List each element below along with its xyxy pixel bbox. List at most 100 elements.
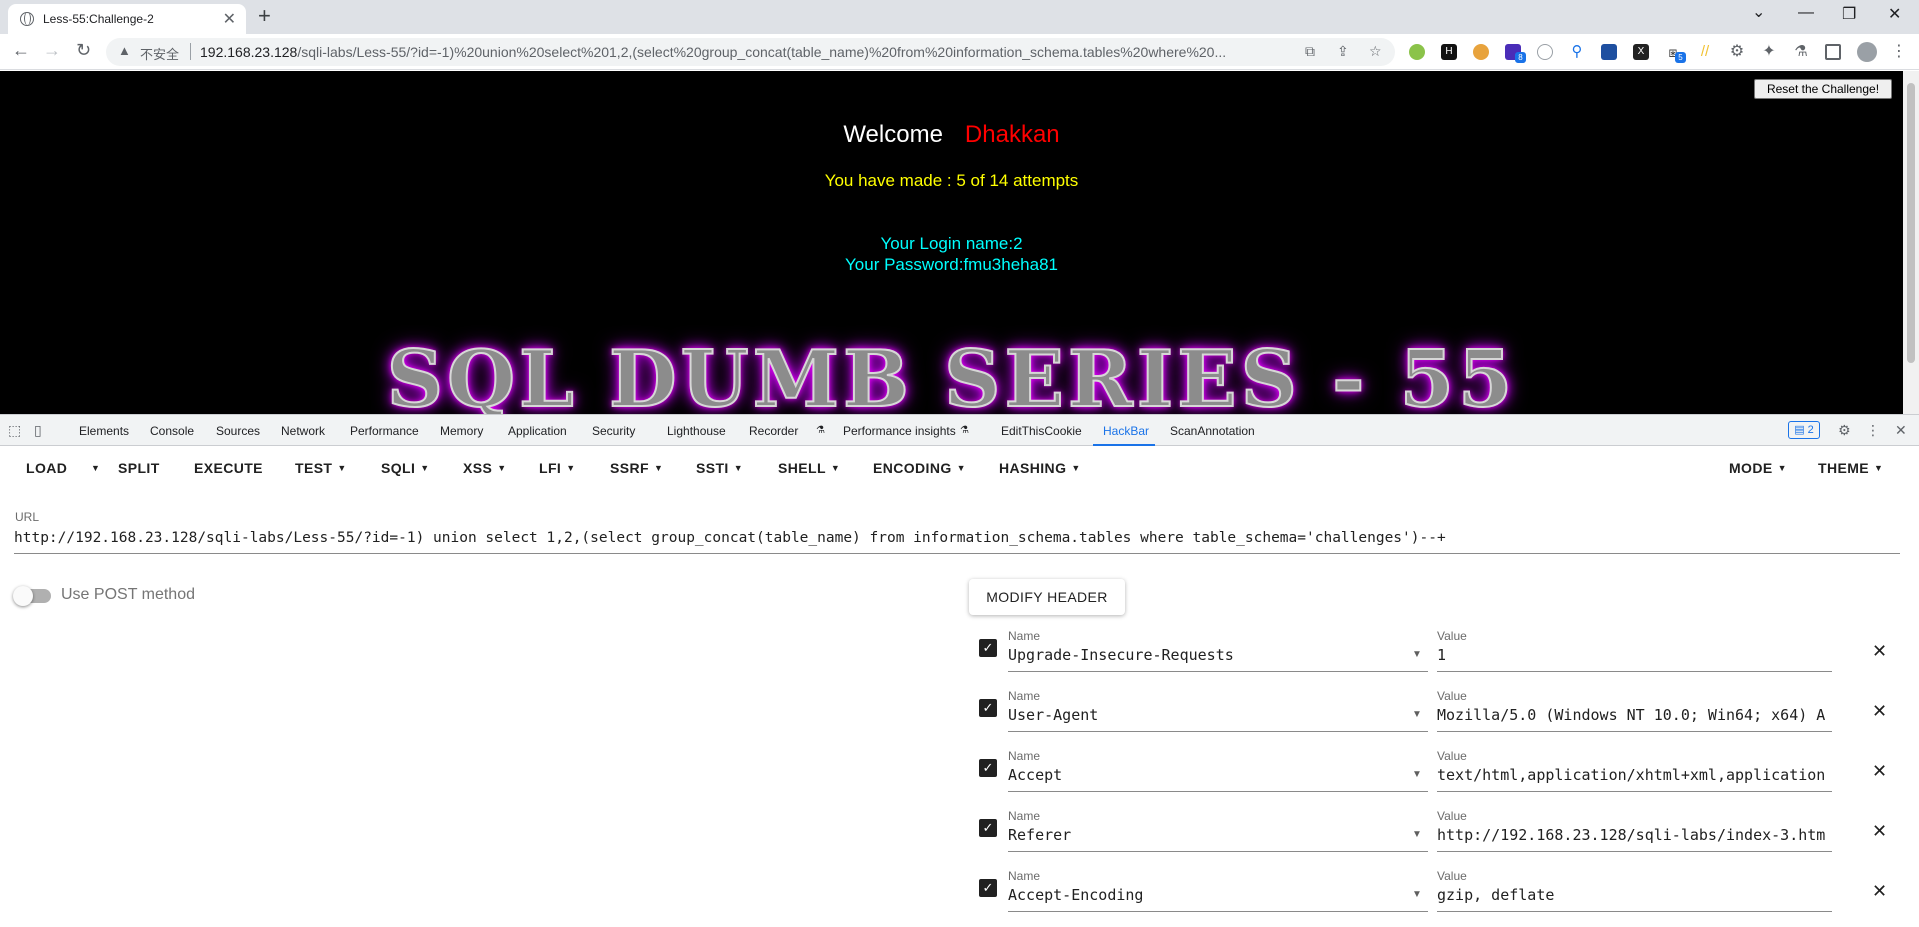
devtools-tab-performance[interactable]: Performance [350,424,419,438]
page-scrollbar[interactable] [1903,71,1919,414]
header-value-input[interactable]: http://192.168.23.128/sqli-labs/index-3.… [1437,826,1832,852]
ssti-menu[interactable]: SSTI ▼ [696,460,743,476]
flask-icon[interactable]: ⚗ [1793,44,1809,60]
delete-header-icon[interactable]: ✕ [1872,641,1887,662]
devtools-tab-editthiscookie[interactable]: EditThisCookie [1001,424,1082,438]
gear-icon[interactable]: ⚙ [1729,44,1745,60]
sidepanel-icon[interactable] [1825,44,1841,60]
browser-tab[interactable]: Less-55:Challenge-2 ✕ [8,4,246,34]
omnibox-divider [190,43,191,60]
tab-search-icon[interactable]: ⌄ [1752,2,1765,22]
pin-icon[interactable]: ⚲ [1569,44,1585,60]
devtools-close-icon[interactable]: ✕ [1895,422,1907,439]
header-name-input[interactable]: Accept-Encoding [1008,886,1428,912]
restore-icon[interactable]: ❐ [1842,4,1856,24]
caret-down-icon[interactable]: ▼ [1412,829,1422,840]
scrollbar-thumb[interactable] [1907,83,1915,363]
header-name-input[interactable]: Referer [1008,826,1428,852]
caret-down-icon[interactable]: ▼ [1412,889,1422,900]
window-close-icon[interactable]: ✕ [1888,4,1901,24]
xss-menu[interactable]: XSS ▼ [463,460,507,476]
extension-green-icon[interactable] [1409,44,1425,60]
devtools-tab-memory[interactable]: Memory [440,424,483,438]
share-icon[interactable]: ⇪ [1337,43,1349,60]
ssrf-menu[interactable]: SSRF ▼ [610,460,663,476]
header-checkbox[interactable]: ✓ [979,879,997,897]
insecure-label[interactable]: 不安全 [140,44,179,63]
theme-menu[interactable]: THEME ▼ [1818,460,1883,476]
issues-badge[interactable]: ▤ 2 [1788,421,1820,439]
address-bar[interactable]: ▲ 不安全 192.168.23.128/sqli-labs/Less-55/?… [106,38,1395,66]
header-name-input[interactable]: Accept [1008,766,1428,792]
device-toolbar-icon[interactable]: ▯ [34,422,42,439]
bookmark-star-icon[interactable]: ☆ [1369,43,1382,60]
menu-dots-icon[interactable]: ⋮ [1891,44,1907,60]
delete-header-icon[interactable]: ✕ [1872,881,1887,902]
devtools-tab-elements[interactable]: Elements [79,424,129,438]
header-checkbox[interactable]: ✓ [979,819,997,837]
delete-header-icon[interactable]: ✕ [1872,821,1887,842]
extension-blue-icon[interactable] [1601,44,1617,60]
load-dropdown-icon[interactable]: ▼ [86,460,100,476]
puzzle-icon[interactable]: ✦ [1761,44,1777,60]
post-method-toggle[interactable] [13,586,51,606]
header-checkbox[interactable]: ✓ [979,639,997,657]
header-value-input[interactable]: 1 [1437,646,1832,672]
translate-icon[interactable]: ⧉ [1305,43,1315,60]
header-value-input[interactable]: Mozilla/5.0 (Windows NT 10.0; Win64; x64… [1437,706,1832,732]
extension-yellow-icon[interactable]: // [1697,44,1713,60]
hashing-menu[interactable]: HASHING ▼ [999,460,1081,476]
encoding-menu[interactable]: ENCODING ▼ [873,460,966,476]
settings-gear-icon[interactable]: ⚙ [1838,422,1851,439]
caret-down-icon[interactable]: ▼ [1412,769,1422,780]
split-button[interactable]: SPLIT [118,460,160,476]
devtools-tab-lighthouse[interactable]: Lighthouse [667,424,726,438]
caret-down-icon: ▼ [1874,463,1884,473]
test-menu[interactable]: TEST ▼ [295,460,347,476]
devtools-tab-performance-insights[interactable]: Performance insights [843,424,956,438]
delete-header-icon[interactable]: ✕ [1872,761,1887,782]
url-input[interactable]: http://192.168.23.128/sqli-labs/Less-55/… [14,530,1900,554]
devtools-tab-recorder[interactable]: Recorder [749,424,798,438]
devtools-tab-hackbar[interactable]: HackBar [1103,424,1149,438]
reset-challenge-button[interactable]: Reset the Challenge! [1754,79,1892,99]
back-icon[interactable]: ← [12,40,30,61]
devtools-tab-console[interactable]: Console [150,424,194,438]
devtools-menu-icon[interactable]: ⋮ [1866,422,1880,439]
toggle-knob[interactable] [13,586,33,606]
header-name-input[interactable]: User-Agent [1008,706,1428,732]
delete-header-icon[interactable]: ✕ [1872,701,1887,722]
forward-icon[interactable]: → [43,40,61,61]
modify-header-button[interactable]: MODIFY HEADER [969,579,1125,615]
extension-x-icon[interactable]: X [1633,44,1649,60]
extension-h-icon[interactable]: H [1441,44,1457,60]
devtools-tab-network[interactable]: Network [281,424,325,438]
caret-down-icon[interactable]: ▼ [1412,709,1422,720]
load-button[interactable]: LOAD [26,460,67,476]
devtools-tab-sources[interactable]: Sources [216,424,260,438]
avatar[interactable] [1857,42,1877,62]
minimize-icon[interactable]: — [1798,4,1814,22]
header-value-input[interactable]: gzip, deflate [1437,886,1832,912]
execute-button[interactable]: EXECUTE [194,460,263,476]
address-url[interactable]: 192.168.23.128/sqli-labs/Less-55/?id=-1)… [200,44,1226,60]
header-checkbox[interactable]: ✓ [979,699,997,717]
devtools-tab-security[interactable]: Security [592,424,635,438]
extension-circle-icon[interactable] [1537,44,1553,60]
header-name-input[interactable]: Upgrade-Insecure-Requests [1008,646,1428,672]
inspect-element-icon[interactable]: ⬚ [8,422,21,439]
cookie-icon[interactable] [1473,44,1489,60]
encoding-label: ENCODING [873,460,952,476]
sqli-menu[interactable]: SQLI ▼ [381,460,430,476]
tab-close-button[interactable]: ✕ [223,9,236,29]
lfi-menu[interactable]: LFI ▼ [539,460,576,476]
devtools-tab-application[interactable]: Application [508,424,567,438]
header-checkbox[interactable]: ✓ [979,759,997,777]
new-tab-button[interactable]: + [258,3,271,29]
shell-menu[interactable]: SHELL ▼ [778,460,840,476]
header-value-input[interactable]: text/html,application/xhtml+xml,applicat… [1437,766,1832,792]
mode-menu[interactable]: MODE ▼ [1729,460,1787,476]
reload-icon[interactable]: ↻ [76,40,91,61]
devtools-tab-scanannotation[interactable]: ScanAnnotation [1170,424,1255,438]
caret-down-icon[interactable]: ▼ [1412,649,1422,660]
